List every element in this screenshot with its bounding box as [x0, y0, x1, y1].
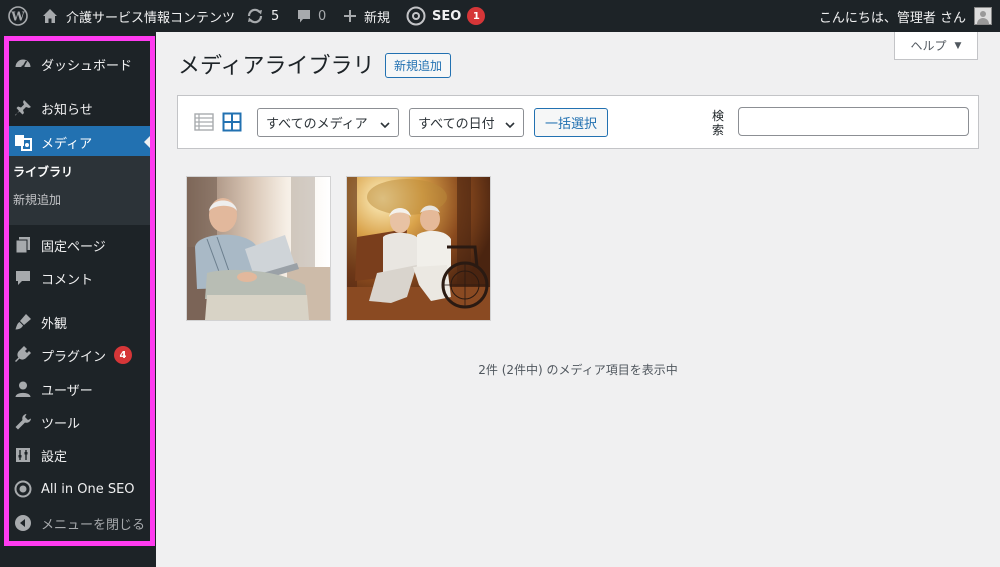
menu-label: プラグイン [41, 349, 107, 365]
menu-item-pages[interactable]: 固定ページ [9, 229, 150, 261]
menu-label: 設定 [41, 449, 68, 465]
media-toolbar: すべてのメディア すべての日付 一括選択 検索 [177, 95, 979, 149]
comment-bubble-icon [297, 9, 311, 24]
menu-item-posts[interactable]: お知らせ [9, 92, 150, 124]
dashboard-icon [13, 54, 33, 74]
wordpress-logo-icon[interactable]: W [8, 0, 28, 32]
add-new-button[interactable]: 新規追加 [385, 53, 452, 78]
bulk-select-button[interactable]: 一括選択 [534, 108, 609, 137]
menu-label: 外観 [41, 316, 68, 332]
updates-icon [246, 8, 264, 24]
menu-item-appearance[interactable]: 外観 [9, 306, 150, 338]
menu-label: コメント [41, 272, 94, 288]
site-name: 介護サービス情報コンテンツ [66, 10, 236, 26]
wrench-icon [13, 412, 33, 432]
elderly-man-laptop-photo [187, 177, 330, 320]
pin-icon [13, 98, 33, 118]
help-label: ヘルプ [910, 39, 947, 53]
search-label: 検索 [711, 109, 724, 137]
menu-item-plugins[interactable]: プラグイン 4 [9, 339, 150, 371]
updates-link[interactable]: 5 [246, 0, 279, 32]
media-thumbnail[interactable] [187, 177, 330, 320]
collapse-icon [13, 513, 33, 533]
list-view-icon[interactable] [194, 112, 214, 132]
user-icon [13, 379, 33, 399]
my-account-link[interactable]: こんにちは、管理者 さん [819, 0, 992, 32]
greeting: こんにちは、管理者 さん [818, 10, 966, 26]
plugin-icon [13, 345, 33, 365]
grid-view-icon[interactable] [222, 112, 242, 132]
new-label: 新規 [364, 10, 391, 26]
aioseo-icon [13, 479, 33, 499]
chevron-down-icon [505, 118, 515, 133]
comment-icon [13, 268, 33, 288]
elderly-couple-park-photo [347, 177, 490, 320]
menu-item-media[interactable]: メディア [9, 126, 150, 158]
menu-label: メディア [41, 136, 93, 152]
comments-count: 0 [318, 8, 327, 24]
collapse-menu-button[interactable]: メニューを閉じる [9, 507, 150, 539]
plugin-update-badge: 4 [114, 346, 133, 364]
admin-menu: ダッシュボード お知らせ メディア ライブラリ 新規追加 固定ページ コメント … [4, 36, 155, 546]
menu-label: ダッシュボード [41, 58, 133, 74]
aioseo-gear-icon [406, 6, 426, 26]
media-icon [13, 132, 33, 152]
menu-item-tools[interactable]: ツール [9, 406, 150, 438]
updates-count: 5 [271, 8, 280, 24]
svg-text:W: W [10, 10, 25, 24]
page-title: メディアライブラリ [178, 54, 375, 79]
date-filter-select[interactable]: すべての日付 [409, 108, 524, 137]
chevron-down-icon [380, 118, 390, 133]
home-icon [42, 8, 58, 24]
media-type-filter-value: すべてのメディア [266, 117, 368, 132]
submenu-item-library[interactable]: ライブラリ [13, 163, 73, 180]
comments-link[interactable]: 0 [297, 0, 326, 32]
media-result-count: 2件 (2件中) のメディア項目を表示中 [478, 363, 678, 377]
date-filter-value: すべての日付 [418, 117, 495, 132]
admin-bar: W 介護サービス情報コンテンツ 5 0 新規 SEO 1 こんにちは、管理者 さ… [0, 0, 1000, 32]
menu-label: 固定ページ [41, 239, 106, 255]
page-icon [13, 235, 33, 255]
menu-label: ツール [41, 416, 81, 432]
menu-item-dashboard[interactable]: ダッシュボード [9, 48, 150, 80]
media-type-filter-select[interactable]: すべてのメディア [257, 108, 399, 137]
menu-item-settings[interactable]: 設定 [9, 439, 150, 471]
menu-item-aioseo[interactable]: All in One SEO [9, 473, 150, 505]
settings-icon [13, 445, 33, 465]
help-tab-button[interactable]: ヘルプ ▼ [894, 32, 978, 60]
seo-label: SEO [432, 8, 462, 24]
media-submenu: ライブラリ 新規追加 [9, 156, 150, 225]
menu-label: All in One SEO [41, 481, 135, 497]
caret-down-icon: ▼ [954, 40, 962, 51]
menu-label: ユーザー [41, 383, 93, 399]
menu-label: メニューを閉じる [41, 517, 146, 533]
menu-item-users[interactable]: ユーザー [9, 373, 150, 405]
seo-menu-link[interactable]: SEO 1 [406, 0, 486, 32]
avatar [974, 7, 992, 25]
menu-item-comments[interactable]: コメント [9, 262, 150, 294]
site-name-link[interactable]: 介護サービス情報コンテンツ [42, 0, 235, 32]
seo-notification-badge: 1 [467, 7, 486, 25]
new-content-link[interactable]: 新規 [344, 0, 390, 32]
menu-label: お知らせ [41, 102, 93, 118]
media-thumbnail[interactable] [347, 177, 490, 320]
appearance-icon [13, 312, 33, 332]
submenu-item-add-new[interactable]: 新規追加 [13, 191, 61, 208]
plus-icon [344, 10, 356, 22]
media-search-input[interactable] [738, 107, 969, 136]
